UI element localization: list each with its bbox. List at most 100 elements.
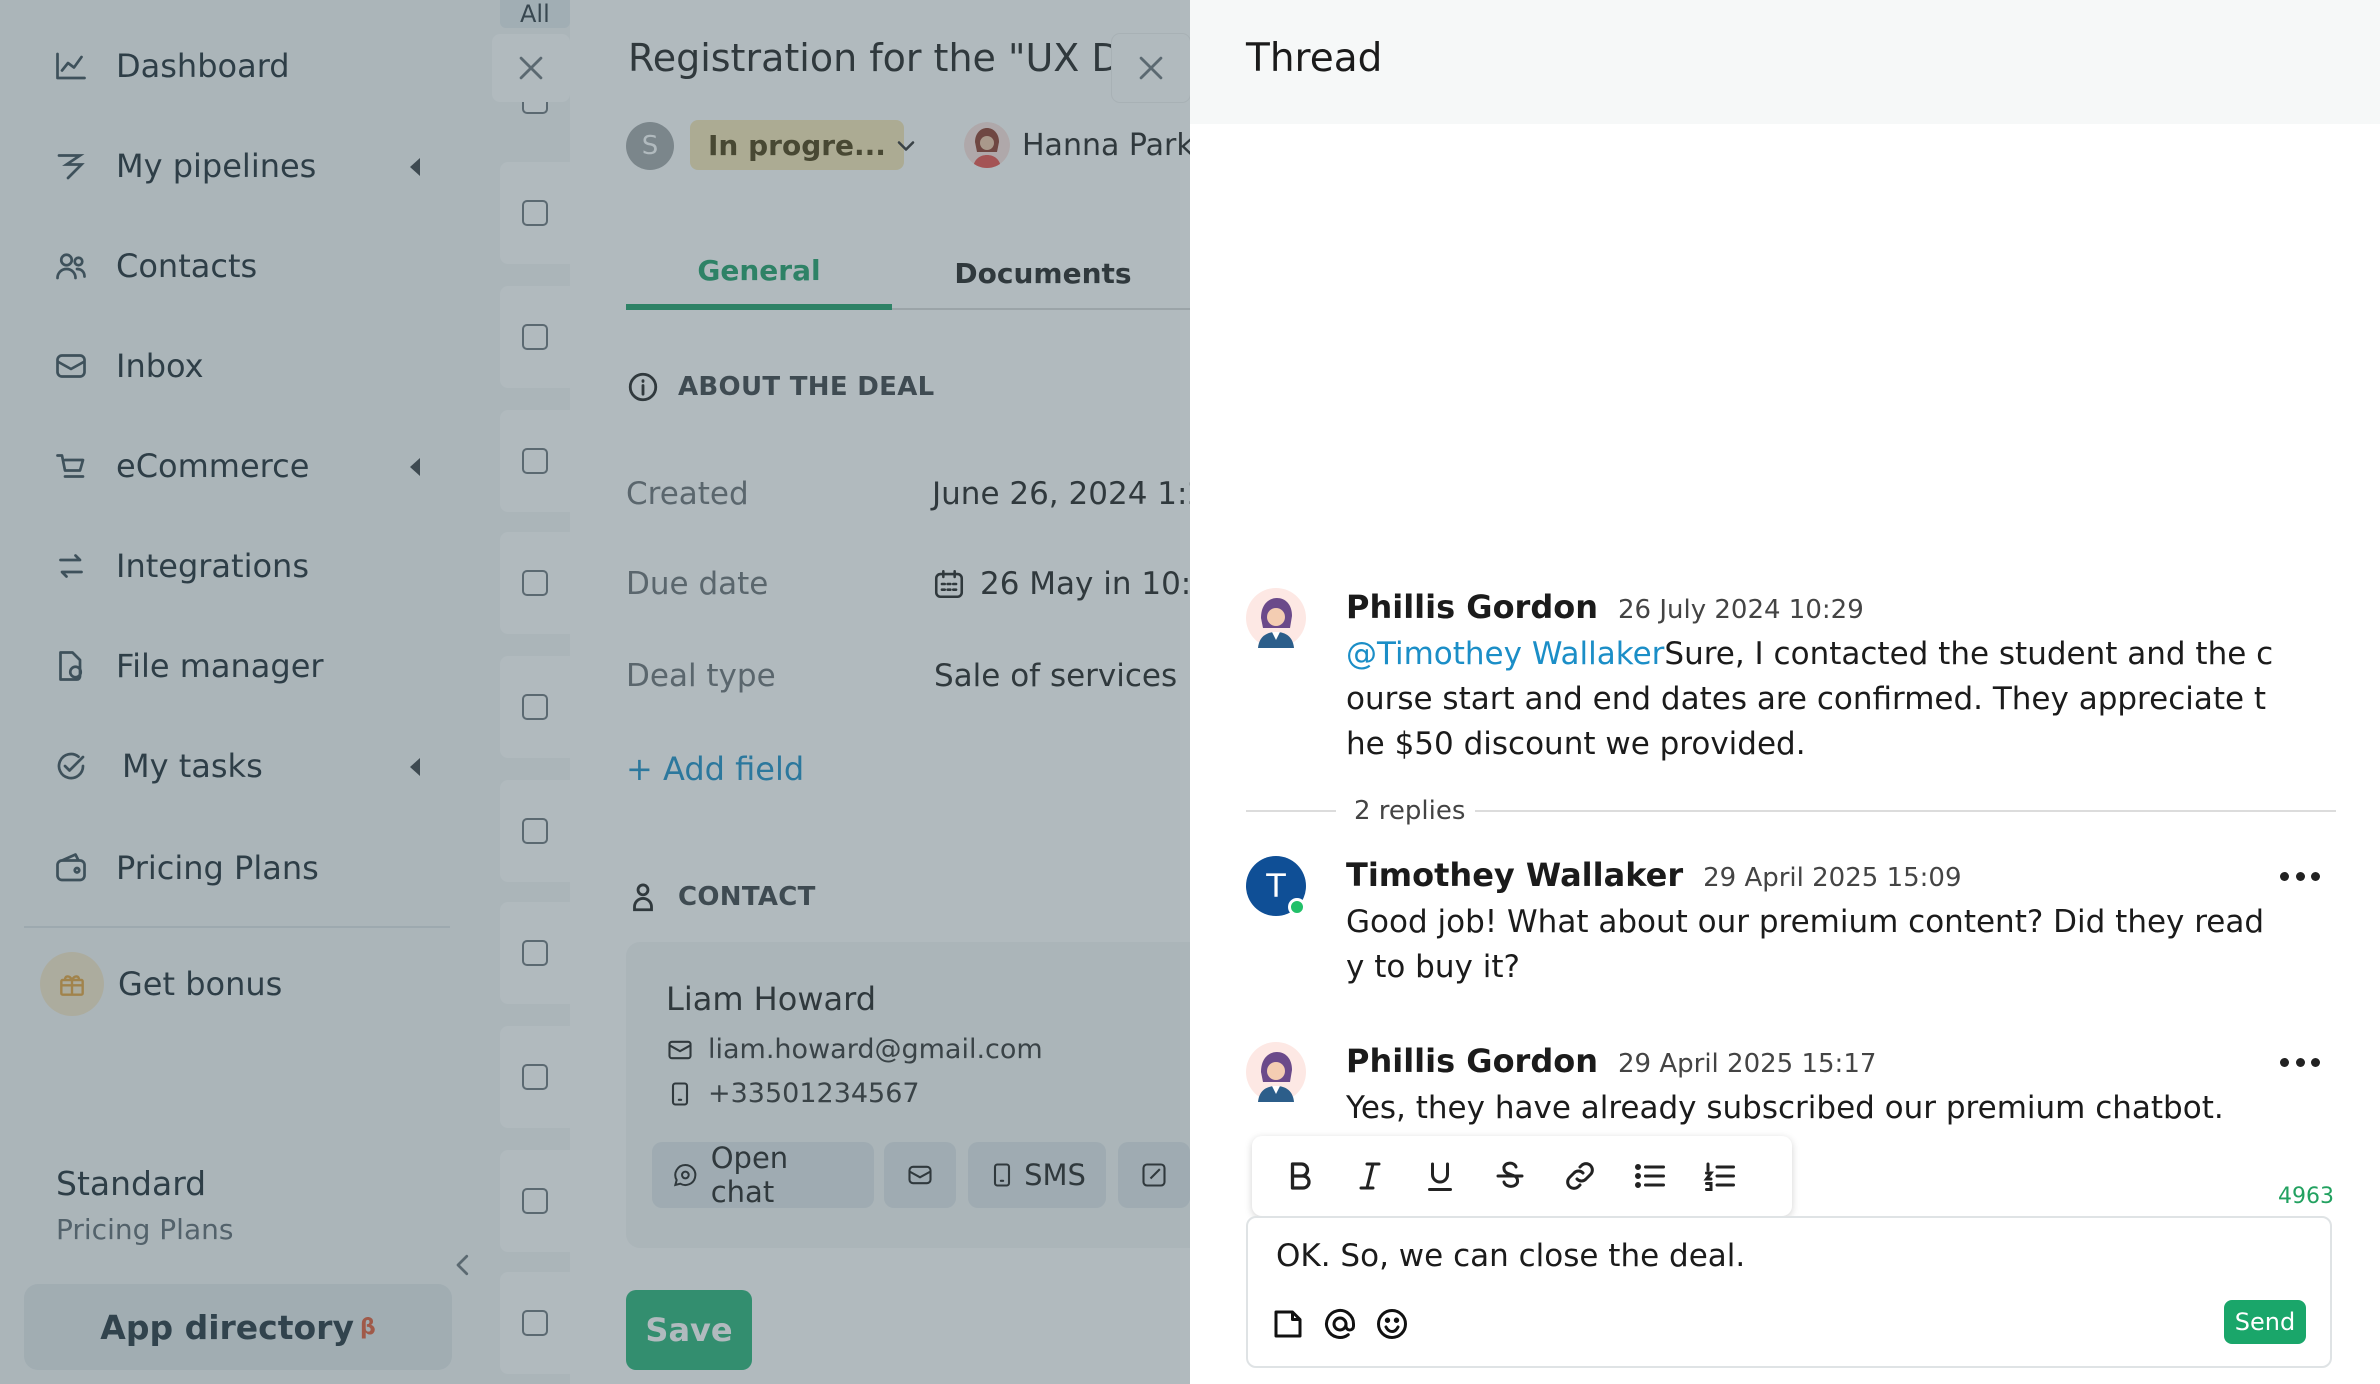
email-button[interactable] — [884, 1142, 956, 1208]
character-counter: 4963 — [2278, 1184, 2334, 1209]
sidebar-item-label: Get bonus — [118, 965, 283, 1003]
avatar — [1246, 1042, 1306, 1102]
add-field-link[interactable]: + Add field — [626, 750, 804, 788]
collapse-sidebar-icon[interactable] — [448, 1250, 478, 1280]
plan-subtitle: Pricing Plans — [56, 1213, 234, 1246]
tab-documents[interactable]: Documents — [910, 236, 1176, 310]
online-status-dot — [1288, 898, 1306, 916]
table-row[interactable] — [500, 1150, 570, 1252]
status-badge[interactable]: In progre... — [690, 120, 904, 170]
message-composer: Send — [1246, 1216, 2332, 1368]
row-checkbox[interactable] — [522, 818, 548, 844]
row-checkbox[interactable] — [522, 200, 548, 226]
row-checkbox[interactable] — [522, 1310, 548, 1336]
attach-file-icon[interactable] — [1268, 1304, 1308, 1344]
app-directory-button[interactable]: App directory β — [24, 1284, 452, 1370]
emoji-icon[interactable] — [1372, 1304, 1412, 1344]
strikethrough-icon[interactable] — [1490, 1156, 1530, 1196]
link-icon[interactable] — [1560, 1156, 1600, 1196]
sidebar-item-get-bonus[interactable]: Get bonus — [40, 952, 430, 1016]
row-checkbox[interactable] — [522, 324, 548, 350]
sidebar-item-dashboard[interactable]: Dashboard — [50, 36, 430, 96]
field-value-due-date[interactable]: 26 May in 10:10 — [932, 566, 1190, 602]
row-checkbox[interactable] — [522, 1064, 548, 1090]
info-icon — [628, 372, 658, 402]
italic-icon[interactable] — [1350, 1156, 1390, 1196]
row-checkbox[interactable] — [522, 570, 548, 596]
message-body: Yes, they have already subscribed our pr… — [1346, 1090, 2224, 1126]
table-row[interactable] — [500, 902, 570, 1004]
chat-icon — [673, 1163, 697, 1187]
more-contact-button[interactable] — [1118, 1142, 1190, 1208]
message-meta: Phillis Gordon 29 April 2025 15:17 — [1346, 1042, 1876, 1080]
reply-input[interactable] — [1276, 1238, 2276, 1274]
close-deal-button[interactable] — [1112, 34, 1190, 102]
sidebar-item-contacts[interactable]: Contacts — [50, 236, 430, 296]
sidebar-item-label: File manager — [116, 647, 324, 685]
more-options-icon[interactable] — [2280, 866, 2320, 886]
close-list-button[interactable] — [492, 34, 570, 102]
sidebar-item-file-manager[interactable]: File manager — [50, 636, 430, 696]
message-time: 29 April 2025 15:09 — [1703, 863, 1962, 893]
formatting-toolbar — [1252, 1136, 1792, 1216]
section-title: CONTACT — [678, 882, 816, 912]
list-filter-tab[interactable]: All 1 — [500, 0, 570, 28]
message-meta: Timothey Wallaker 29 April 2025 15:09 — [1346, 856, 1962, 894]
table-row[interactable] — [500, 286, 570, 388]
separator-line — [1246, 810, 1336, 812]
table-row[interactable] — [500, 410, 570, 512]
person-icon — [633, 883, 653, 912]
table-row[interactable] — [500, 1272, 570, 1374]
table-row[interactable] — [500, 656, 570, 758]
thread-message: Phillis Gordon 29 April 2025 15:17 Yes, … — [1246, 1042, 2336, 1142]
table-row[interactable] — [500, 780, 570, 882]
message-author[interactable]: Phillis Gordon — [1346, 588, 1598, 626]
mention-link[interactable]: @Timothey Wallaker — [1346, 636, 1664, 672]
message-author[interactable]: Timothey Wallaker — [1346, 856, 1683, 894]
contact-card: Liam Howard liam.howard@gmail.com +33501… — [626, 942, 1190, 1248]
contact-email[interactable]: liam.howard@gmail.com — [666, 1034, 1043, 1065]
open-chat-button[interactable]: Open chat — [652, 1141, 874, 1209]
owner-name[interactable]: Hanna Parker — [1022, 128, 1190, 163]
underline-icon[interactable] — [1420, 1156, 1460, 1196]
row-checkbox[interactable] — [522, 448, 548, 474]
current-plan[interactable]: Standard Pricing Plans — [56, 1164, 233, 1246]
field-value-text: June 26, 2024 1:20 PM — [932, 476, 1190, 512]
sidebar-item-integrations[interactable]: Integrations — [50, 536, 430, 596]
save-button[interactable]: Save — [626, 1290, 752, 1370]
message-author[interactable]: Phillis Gordon — [1346, 1042, 1598, 1080]
row-checkbox[interactable] — [522, 940, 548, 966]
caret-left-icon[interactable] — [410, 758, 420, 776]
bold-icon[interactable] — [1280, 1156, 1320, 1196]
sidebar-item-inbox[interactable]: Inbox — [50, 336, 430, 396]
table-row[interactable] — [500, 532, 570, 634]
caret-left-icon[interactable] — [410, 458, 420, 476]
sidebar-item-pricing-plans[interactable]: Pricing Plans — [50, 838, 430, 898]
contact-heading: CONTACT — [626, 880, 816, 914]
sms-button[interactable]: SMS — [968, 1142, 1106, 1208]
field-label-deal-type: Deal type — [626, 658, 776, 694]
send-button[interactable]: Send — [2224, 1300, 2306, 1344]
contact-phone[interactable]: +33501234567 — [666, 1078, 920, 1109]
field-value-deal-type[interactable]: Sale of services — [934, 658, 1177, 694]
sidebar-item-ecommerce[interactable]: eCommerce — [50, 436, 430, 496]
tab-general[interactable]: General — [626, 236, 892, 310]
bullet-list-icon[interactable] — [1630, 1156, 1670, 1196]
row-checkbox[interactable] — [522, 694, 548, 720]
gift-icon — [40, 952, 104, 1016]
more-options-icon[interactable] — [2280, 1052, 2320, 1072]
deal-tabs: General Documents — [626, 236, 1190, 310]
contact-name[interactable]: Liam Howard — [666, 980, 876, 1018]
table-row[interactable] — [500, 162, 570, 264]
sidebar-item-my-pipelines[interactable]: My pipelines — [50, 136, 430, 196]
row-checkbox[interactable] — [522, 1188, 548, 1214]
numbered-list-icon[interactable] — [1700, 1156, 1740, 1196]
message-meta: Phillis Gordon 26 July 2024 10:29 — [1346, 588, 1864, 626]
replies-count[interactable]: 2 replies — [1344, 796, 1476, 826]
chevron-down-icon[interactable] — [892, 132, 920, 160]
thread-message: T Timothey Wallaker 29 April 2025 15:09 … — [1246, 856, 2336, 1006]
sidebar-item-my-tasks[interactable]: My tasks — [50, 736, 430, 796]
table-row[interactable] — [500, 1026, 570, 1128]
caret-left-icon[interactable] — [410, 158, 420, 176]
mention-icon[interactable] — [1320, 1304, 1360, 1344]
